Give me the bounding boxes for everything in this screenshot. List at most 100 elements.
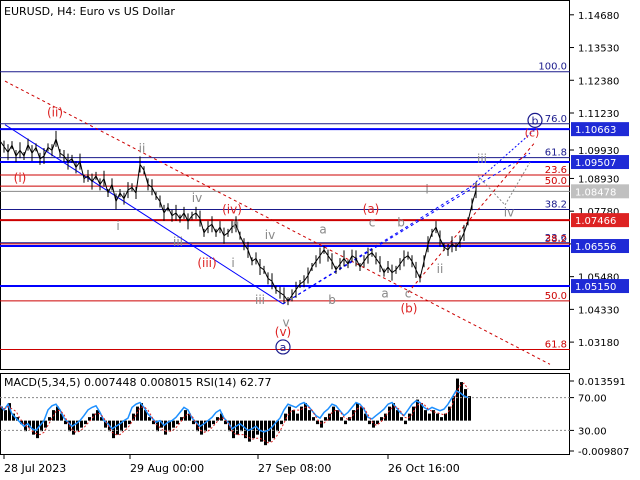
price-tick-label: 1.12380 <box>578 76 619 87</box>
indicator-tick-label: -0.009807 <box>578 447 629 458</box>
wave-label: iv <box>504 205 514 219</box>
price-tag-label: 1.08478 <box>575 187 616 198</box>
macd-bar <box>444 413 447 421</box>
price-tag-label: 1.10663 <box>575 125 616 136</box>
wave-label: ii <box>233 218 240 232</box>
wave-label: a <box>381 287 388 301</box>
wave-label: (ii) <box>47 106 63 120</box>
wave-label: c <box>405 287 412 301</box>
macd-bar <box>360 406 363 421</box>
macd-bar <box>460 382 463 421</box>
time-tick-label: 26 Oct 16:00 <box>388 462 460 475</box>
wave-label: iv <box>192 191 202 205</box>
circled-wave-label: a <box>280 341 287 354</box>
price-tag-label: 1.07466 <box>575 216 616 227</box>
fib-level-label: 61.8 <box>545 148 567 159</box>
wave-label: (iii) <box>197 256 216 270</box>
fib-level-label: 76.0 <box>545 114 567 125</box>
fib-level-label-red: 23.6 <box>545 165 567 176</box>
wave-label: b <box>397 215 405 229</box>
macd-bar <box>32 420 35 435</box>
macd-bar <box>212 420 215 425</box>
macd-bar <box>400 417 403 421</box>
macd-bar <box>428 413 431 421</box>
macd-bar <box>48 417 51 421</box>
macd-bar <box>380 417 383 421</box>
macd-bar <box>416 399 419 421</box>
fib-level-label-red: 38.2 <box>545 234 567 245</box>
macd-bar <box>424 410 427 421</box>
macd-bar <box>248 420 251 442</box>
price-tag-label: 1.06556 <box>575 242 616 253</box>
wave-label: b <box>328 293 336 307</box>
macd-bar <box>388 406 391 421</box>
wave-label: ii <box>437 262 444 276</box>
macd-bar <box>412 406 415 421</box>
price-tick-label: 1.03180 <box>578 338 619 349</box>
indicator-label: MACD(5,34,5) 0.007448 0.008015 RSI(14) 6… <box>4 376 271 389</box>
macd-bar <box>332 406 335 421</box>
macd-bar <box>344 420 347 425</box>
wave-label: (i) <box>14 171 27 185</box>
macd-bar <box>208 420 211 428</box>
macd-bar <box>80 420 83 428</box>
macd-bar <box>84 420 87 425</box>
macd-bar <box>44 420 47 428</box>
wave-label: (a) <box>363 202 380 216</box>
macd-bar <box>116 420 119 435</box>
fib-level-label-red: 61.8 <box>545 340 567 351</box>
macd-bar <box>96 410 99 421</box>
macd-bar <box>468 396 471 421</box>
macd-bar <box>216 417 219 421</box>
macd-bar <box>440 417 443 421</box>
wave-label: (v) <box>275 325 291 339</box>
fib-level-label: 38.2 <box>545 199 567 210</box>
wave-label: c <box>369 215 376 229</box>
macd-bar <box>304 403 307 421</box>
wave-label: i <box>425 183 428 197</box>
price-tick-label: 1.04330 <box>578 305 619 316</box>
wave-label: iii <box>173 235 183 249</box>
wave-label: i <box>231 256 234 270</box>
wave-label: (b) <box>401 302 418 316</box>
indicator-tick-label: 30.00 <box>578 426 607 437</box>
wave-label: (iv) <box>222 203 242 217</box>
macd-bar <box>292 410 295 421</box>
price-tag-label: 1.05150 <box>575 282 616 293</box>
indicator-tick-label: 0.013591 <box>578 377 626 388</box>
macd-bar <box>324 417 327 421</box>
fib-level-label-red: 50.0 <box>545 291 567 302</box>
macd-bar <box>464 389 467 421</box>
price-tag-label: 1.09507 <box>575 158 616 169</box>
macd-bar <box>72 420 75 435</box>
macd-bar <box>4 410 7 421</box>
macd-bar <box>172 420 175 428</box>
fib-level-label-red: 50.0 <box>545 176 567 187</box>
macd-bar <box>320 420 323 428</box>
macd-bar <box>448 406 451 421</box>
wave-label: a <box>319 222 326 236</box>
fib-level-label: 100.0 <box>538 62 567 73</box>
circled-wave-label: (c) <box>525 126 540 139</box>
chart-title: EURUSD, H4: Euro vs US Dollar <box>4 5 175 18</box>
price-chart[interactable]: 100.076.061.838.223.623.650.038.250.061.… <box>0 0 640 480</box>
time-tick-label: 29 Aug 00:00 <box>130 462 204 475</box>
macd-bar <box>280 420 283 425</box>
macd-bar <box>336 410 339 421</box>
macd-bar <box>356 403 359 421</box>
price-tick-label: 1.14680 <box>578 11 619 22</box>
time-tick-label: 28 Jul 2023 <box>4 462 66 475</box>
price-tick-label: 1.11230 <box>578 109 619 120</box>
wave-label: iv <box>265 228 275 242</box>
wave-label: i <box>116 219 119 233</box>
macd-bar <box>236 420 239 435</box>
macd-bar <box>136 406 139 421</box>
macd-bar <box>340 417 343 421</box>
macd-bar <box>264 420 267 446</box>
macd-bar <box>368 420 371 425</box>
wave-label: iii <box>477 152 487 166</box>
indicator-tick-label: 70.00 <box>578 394 607 405</box>
macd-bar <box>456 378 459 421</box>
macd-bar <box>436 413 439 421</box>
time-tick-label: 27 Sep 08:00 <box>258 462 331 475</box>
